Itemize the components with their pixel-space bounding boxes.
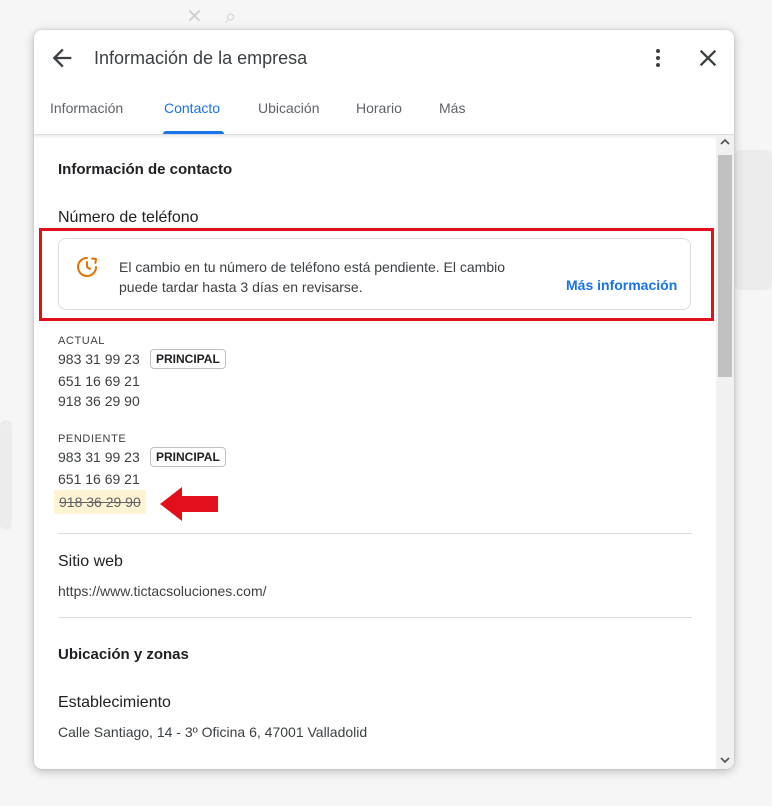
- dialog-header: Información de la empresa: [34, 30, 734, 88]
- contact-section-title: Información de contacto: [58, 161, 233, 178]
- actual-label: ACTUAL: [58, 335, 105, 347]
- arrow-left-icon: [52, 48, 72, 68]
- dialog-title: Información de la empresa: [94, 48, 308, 68]
- scroll-up-icon[interactable]: [720, 137, 730, 147]
- scroll-thumb[interactable]: [718, 155, 732, 377]
- more-options-button[interactable]: [646, 44, 670, 72]
- actual-phone-2: 651 16 69 21: [58, 373, 140, 389]
- phone-field-title: Número de teléfono: [58, 209, 199, 226]
- actual-phone-3: 918 36 29 90: [58, 393, 140, 409]
- more-vert-icon: [656, 49, 660, 67]
- background-card: [0, 420, 12, 530]
- tab-bar: Información Contacto Ubicación Horario M…: [34, 88, 734, 135]
- primary-badge: PRINCIPAL: [150, 447, 226, 467]
- highlight-box: [39, 228, 714, 321]
- address-text: Calle Santiago, 14 - 3º Oficina 6, 47001…: [58, 724, 368, 740]
- scrollbar[interactable]: [716, 135, 734, 769]
- back-button[interactable]: [48, 44, 76, 72]
- red-arrow-icon: [160, 487, 218, 521]
- close-icon: [699, 49, 717, 67]
- website-url: https://www.tictacsoluciones.com/: [58, 583, 267, 599]
- pending-phone-2: 651 16 69 21: [58, 471, 140, 487]
- divider: [58, 617, 692, 618]
- tab-horario[interactable]: Horario: [356, 100, 402, 116]
- removed-phone: 918 36 29 90: [54, 490, 146, 514]
- establishment-title: Establecimiento: [58, 694, 171, 711]
- pending-phone-1: 983 31 99 23: [58, 449, 140, 465]
- active-tab-indicator: [163, 131, 224, 134]
- location-section-title: Ubicación y zonas: [58, 646, 189, 663]
- tab-ubicacion[interactable]: Ubicación: [258, 100, 319, 116]
- background-toolbar-icons: ✕ ⌕: [186, 6, 237, 28]
- scroll-down-icon[interactable]: [720, 755, 730, 765]
- pending-label: PENDIENTE: [58, 433, 127, 445]
- tab-contacto[interactable]: Contacto: [164, 100, 220, 116]
- business-info-dialog: Información de la empresa Información Co…: [34, 30, 734, 769]
- actual-phone-1: 983 31 99 23: [58, 351, 140, 367]
- divider: [58, 533, 692, 534]
- website-title: Sitio web: [58, 553, 123, 570]
- tab-mas[interactable]: Más: [439, 100, 465, 116]
- background-card: [735, 150, 772, 290]
- tab-informacion[interactable]: Información: [50, 100, 123, 116]
- close-button[interactable]: [694, 44, 722, 72]
- primary-badge: PRINCIPAL: [150, 349, 226, 369]
- dialog-content: Información de contacto Número de teléfo…: [34, 135, 716, 769]
